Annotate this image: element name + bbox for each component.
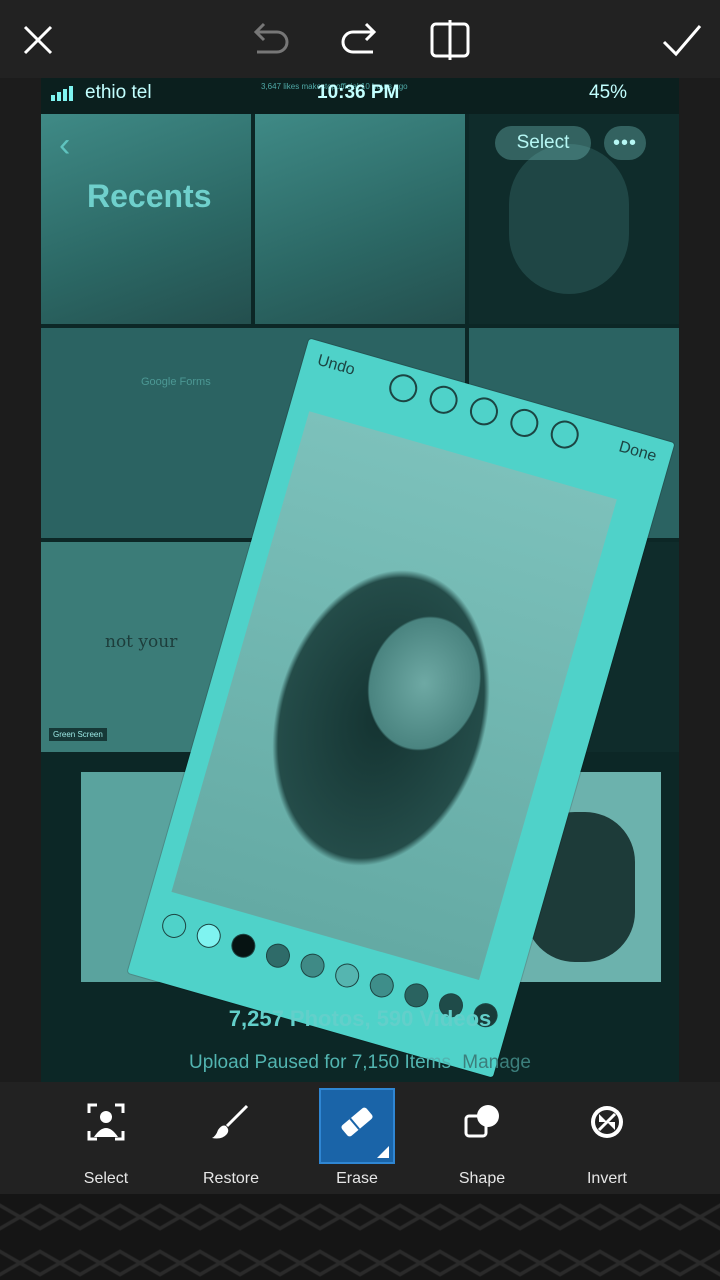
shirt-text: not your <box>105 632 178 652</box>
tool-erase[interactable]: Erase <box>319 1088 395 1187</box>
eraser-tool-bar: Select Restore Erase Shape Invert <box>0 1082 720 1194</box>
battery-level: 45% <box>589 82 628 103</box>
eraser-small-icon <box>547 417 583 452</box>
phone-status-bar: ethio tel 3,647 likes makestopofficial 1… <box>41 78 679 114</box>
chevron-left-icon: ‹ <box>59 126 71 164</box>
clock: 10:36 PM <box>317 82 400 103</box>
tool-label: Select <box>83 1170 129 1187</box>
close-icon <box>23 25 53 55</box>
swatch <box>366 970 397 1001</box>
overlay-done-label: Done <box>616 438 659 466</box>
signal-icon <box>51 86 73 101</box>
paint-bucket-icon <box>466 394 502 429</box>
tool-label: Invert <box>586 1170 627 1187</box>
green-screen-label: Green Screen <box>49 728 107 741</box>
compare-icon <box>430 20 470 60</box>
swatch <box>297 950 328 981</box>
close-button[interactable] <box>12 14 64 66</box>
select-pill: Select <box>495 126 591 160</box>
manage-link: Manage <box>462 1052 531 1073</box>
tool-label: Erase <box>336 1170 378 1187</box>
eraser-icon <box>335 1100 379 1144</box>
tool-invert[interactable]: Invert <box>569 1088 645 1187</box>
invert-icon <box>585 1100 629 1144</box>
brush-tip-icon <box>385 370 421 406</box>
compare-button[interactable] <box>424 14 476 66</box>
carrier-name: ethio tel <box>85 82 152 103</box>
photo-count: 7,257 Photos, 590 Videos <box>228 1006 492 1031</box>
tool-shape[interactable]: Shape <box>444 1088 520 1187</box>
grid-photo <box>41 114 251 324</box>
form-note: Google Forms <box>141 376 211 388</box>
grid-photo <box>255 114 465 324</box>
shape-icon <box>460 1100 504 1144</box>
library-footer: 7,257 Photos, 590 Videos Upload Paused f… <box>41 1006 679 1074</box>
upload-status: Upload Paused for 7,150 Items Manage <box>41 1052 679 1074</box>
swatch <box>228 930 259 961</box>
tool-restore[interactable]: Restore <box>193 1088 269 1187</box>
swatch <box>263 940 293 971</box>
checkmark-icon <box>662 25 702 57</box>
tool-label: Restore <box>202 1170 260 1187</box>
background-pattern <box>0 1194 720 1280</box>
palette-icon <box>507 405 542 441</box>
tool-label: Shape <box>458 1170 506 1187</box>
more-icon: ••• <box>604 126 646 160</box>
upload-status-text: Upload Paused for 7,150 Items <box>189 1052 451 1073</box>
brush-icon <box>209 1100 253 1144</box>
undo-icon <box>253 22 289 54</box>
edit-canvas[interactable]: ethio tel 3,647 likes makestopofficial 1… <box>41 78 679 1082</box>
submenu-corner-icon <box>377 1146 389 1158</box>
undo-button[interactable] <box>244 14 296 66</box>
swatch <box>193 920 224 951</box>
album-title: Recents <box>87 178 212 214</box>
apply-button[interactable] <box>656 14 708 66</box>
redo-button[interactable] <box>334 14 386 66</box>
tool-select[interactable]: Select <box>68 1088 144 1187</box>
select-person-icon <box>84 1100 128 1144</box>
top-toolbar <box>0 0 720 78</box>
swatch <box>332 960 363 991</box>
arrow-up-icon <box>426 382 461 418</box>
overlay-undo-label: Undo <box>315 351 357 379</box>
eyedropper-icon <box>159 911 189 941</box>
redo-icon <box>341 22 377 54</box>
